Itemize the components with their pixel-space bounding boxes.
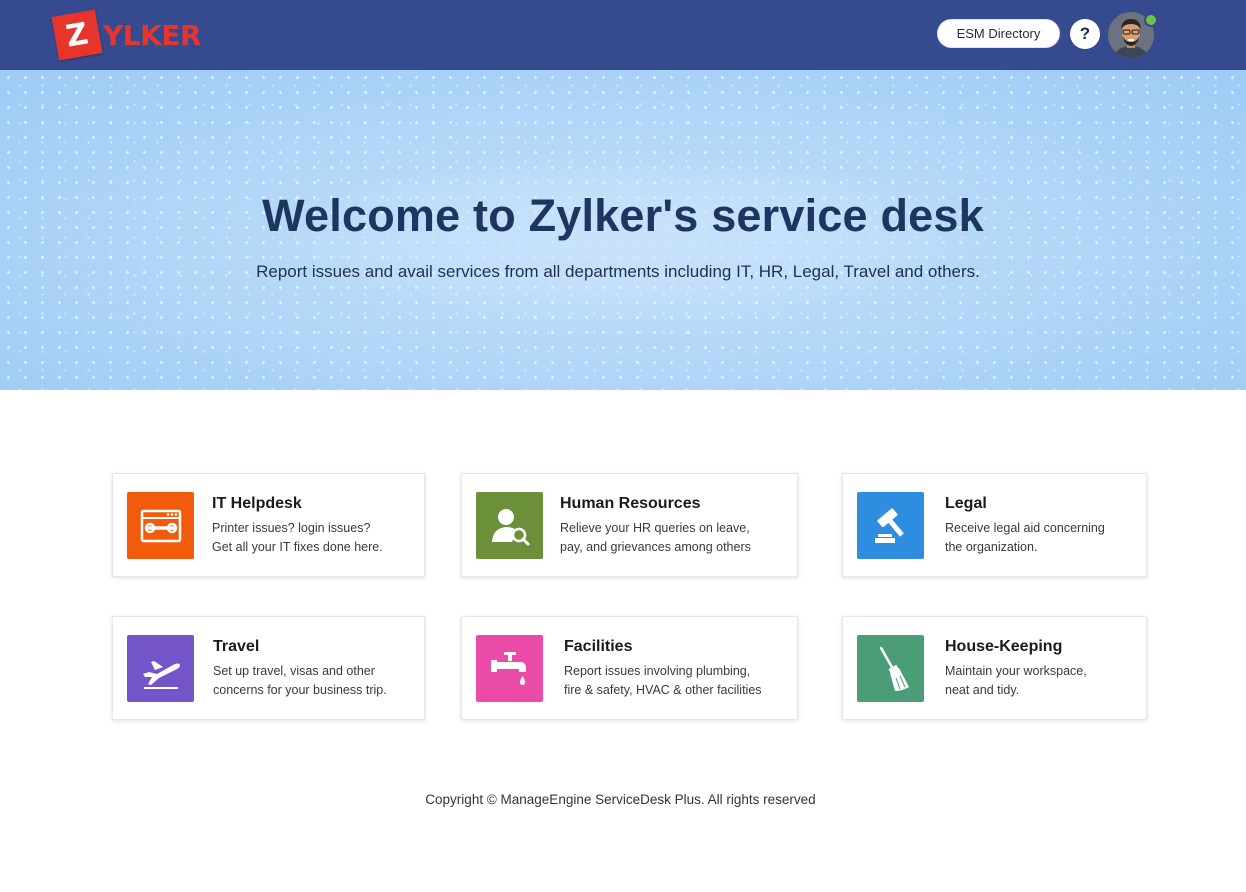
- faucet-icon: [490, 651, 526, 685]
- human-resources-icon-box: [476, 492, 543, 559]
- footer-copyright: Copyright © ManageEngine ServiceDesk Plu…: [425, 792, 816, 807]
- card-description-line: Receive legal aid concerning: [945, 521, 1105, 535]
- card-title: Human Resources: [560, 495, 701, 512]
- service-card-facilities[interactable]: Facilities Report issues involving plumb…: [461, 616, 798, 720]
- hero-subtitle: Report issues and avail services from al…: [256, 262, 980, 281]
- card-description-line: neat and tidy.: [945, 683, 1020, 697]
- service-card-travel[interactable]: Travel Set up travel, visas and other co…: [112, 616, 425, 720]
- house-keeping-icon-box: [857, 635, 924, 702]
- card-description-line: Set up travel, visas and other: [213, 664, 375, 678]
- hero-banner: Welcome to Zylker's service desk Report …: [0, 70, 1246, 390]
- card-description-line: pay, and grievances among others: [560, 540, 751, 554]
- card-description-line: Maintain your workspace,: [945, 664, 1087, 678]
- card-description-line: concerns for your business trip.: [213, 683, 387, 697]
- card-description: Report issues involving plumbing, fire &…: [564, 662, 762, 700]
- service-card-human-resources[interactable]: Human Resources Relieve your HR queries …: [461, 473, 798, 577]
- card-description-line: the organization.: [945, 540, 1038, 554]
- card-description-line: fire & safety, HVAC & other facilities: [564, 683, 762, 697]
- service-card-it-helpdesk[interactable]: IT Helpdesk Printer issues? login issues…: [112, 473, 425, 577]
- tools-window-icon: [140, 509, 181, 542]
- logo-text: YLKER: [103, 18, 202, 52]
- card-description: Printer issues? login issues? Get all yo…: [212, 519, 383, 557]
- card-title: Travel: [213, 638, 260, 655]
- card-description: Set up travel, visas and other concerns …: [213, 662, 387, 700]
- card-description-line: Printer issues? login issues?: [212, 521, 371, 535]
- hero-title: Welcome to Zylker's service desk: [262, 190, 984, 241]
- airplane-icon: [142, 660, 180, 689]
- legal-icon-box: [857, 492, 924, 559]
- help-button[interactable]: ?: [1070, 19, 1100, 49]
- gavel-icon: [874, 508, 904, 543]
- card-title: Facilities: [564, 638, 633, 655]
- card-description-line: Report issues involving plumbing,: [564, 664, 751, 678]
- online-status-dot: [1144, 13, 1158, 27]
- card-description: Receive legal aid concerning the organiz…: [945, 519, 1105, 557]
- travel-icon-box: [127, 635, 194, 702]
- person-search-icon: [491, 508, 529, 545]
- card-description-line: Get all your IT fixes done here.: [212, 540, 383, 554]
- top-bar: Z YLKER ESM Directory ?: [0, 0, 1246, 70]
- it-helpdesk-icon-box: [127, 492, 194, 559]
- card-title: Legal: [945, 495, 987, 512]
- facilities-icon-box: [476, 635, 543, 702]
- logo-mark: Z: [51, 9, 103, 61]
- esm-directory-button[interactable]: ESM Directory: [937, 19, 1060, 48]
- card-description-line: Relieve your HR queries on leave,: [560, 521, 750, 535]
- card-description: Relieve your HR queries on leave, pay, a…: [560, 519, 751, 557]
- card-description: Maintain your workspace, neat and tidy.: [945, 662, 1087, 700]
- service-card-house-keeping[interactable]: House-Keeping Maintain your workspace, n…: [842, 616, 1147, 720]
- zylker-logo[interactable]: Z YLKER: [51, 9, 202, 61]
- card-title: IT Helpdesk: [212, 495, 302, 512]
- card-title: House-Keeping: [945, 638, 1063, 655]
- broom-icon: [879, 646, 909, 691]
- service-card-legal[interactable]: Legal Receive legal aid concerning the o…: [842, 473, 1147, 577]
